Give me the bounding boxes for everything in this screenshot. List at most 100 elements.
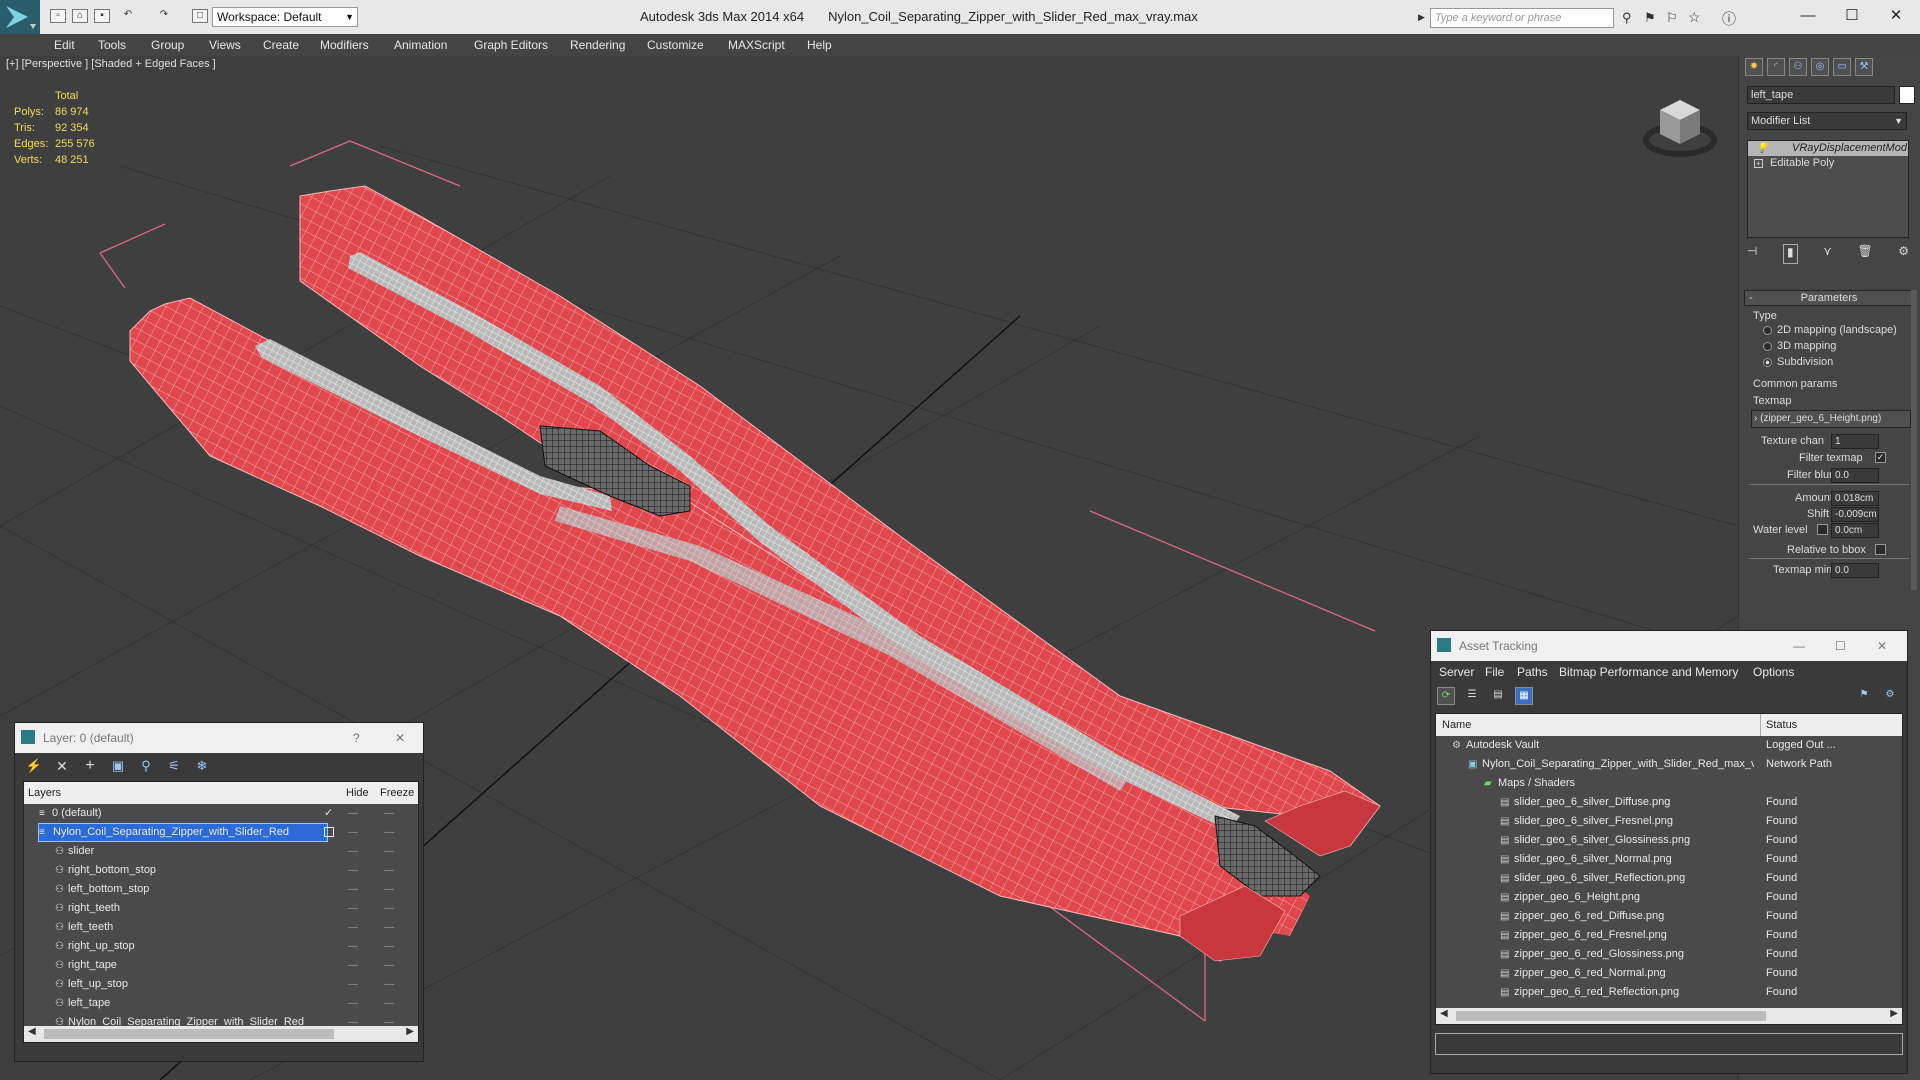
layer-row[interactable]: right_up_stop ⚇ — — bbox=[24, 937, 418, 956]
layer-row[interactable]: left_up_stop ⚇ — — bbox=[24, 975, 418, 994]
menu-views[interactable]: Views bbox=[209, 34, 241, 56]
freeze-toggle[interactable]: — bbox=[384, 918, 394, 937]
layer-row[interactable]: right_teeth ⚇ — — bbox=[24, 899, 418, 918]
texmap-button[interactable]: › (zipper_geo_6_Height.png) bbox=[1751, 410, 1911, 428]
scroll-right-icon[interactable]: ▶ bbox=[1890, 1008, 1898, 1019]
menu-edit[interactable]: Edit bbox=[54, 34, 75, 56]
viewcube-icon[interactable] bbox=[1640, 86, 1720, 166]
hide-toggle[interactable]: — bbox=[348, 880, 358, 899]
freeze-toggle[interactable]: — bbox=[384, 994, 394, 1013]
motion-tab-icon[interactable]: ◎ bbox=[1811, 58, 1829, 76]
search-expand-icon[interactable]: ▶ bbox=[1418, 12, 1425, 23]
asset-row[interactable]: ▤ slider_geo_6_silver_Normal.png Found bbox=[1436, 850, 1902, 869]
radio-2d-mapping[interactable] bbox=[1763, 326, 1772, 335]
hide-toggle[interactable]: — bbox=[348, 994, 358, 1013]
configure-modifier-sets-icon[interactable]: ⚙ bbox=[1898, 244, 1909, 264]
hide-toggle[interactable]: — bbox=[348, 804, 358, 823]
minimize-button[interactable]: — bbox=[1786, 4, 1830, 28]
menu-graph-editors[interactable]: Graph Editors bbox=[474, 34, 548, 56]
scroll-thumb[interactable] bbox=[44, 1029, 334, 1039]
scroll-left-icon[interactable]: ◀ bbox=[1440, 1008, 1448, 1019]
freeze-toggle[interactable]: — bbox=[384, 956, 394, 975]
column-divider[interactable] bbox=[1760, 714, 1761, 736]
asset-row[interactable]: ▤ zipper_geo_6_red_Reflection.png Found bbox=[1436, 983, 1902, 1002]
filter-texmap-checkbox[interactable]: ✓ bbox=[1875, 452, 1886, 463]
close-button[interactable]: ✕ bbox=[1874, 4, 1918, 28]
add-to-layer-icon[interactable]: + bbox=[81, 758, 99, 776]
lightbulb-icon[interactable]: 💡 bbox=[1756, 141, 1768, 156]
asset-menu-server[interactable]: Server bbox=[1439, 661, 1474, 683]
hide-all-layers-icon[interactable]: ⚟ bbox=[165, 758, 183, 776]
set-active-layer-icon[interactable] bbox=[324, 827, 334, 837]
subscription-icon[interactable]: ⚑ bbox=[1644, 10, 1656, 26]
layer-help-button[interactable]: ? bbox=[353, 724, 360, 752]
asset-row[interactable]: ▤ slider_geo_6_silver_Diffuse.png Found bbox=[1436, 793, 1902, 812]
freeze-toggle[interactable]: — bbox=[384, 804, 394, 823]
show-end-result-icon[interactable]: ▮ bbox=[1782, 244, 1798, 264]
scroll-right-icon[interactable]: ▶ bbox=[406, 1026, 414, 1037]
layer-row[interactable]: Nylon_Coil_Separating_Zipper_with_Slider… bbox=[24, 823, 418, 842]
water-level-spinner[interactable]: 0.0cm bbox=[1831, 523, 1879, 538]
freeze-toggle[interactable]: — bbox=[384, 861, 394, 880]
hide-toggle[interactable]: — bbox=[348, 823, 358, 842]
asset-row[interactable]: ▤ zipper_geo_6_red_Diffuse.png Found bbox=[1436, 907, 1902, 926]
menu-animation[interactable]: Animation bbox=[394, 34, 447, 56]
asset-help-icon[interactable]: ⚑ bbox=[1855, 687, 1873, 705]
freeze-toggle[interactable]: — bbox=[384, 842, 394, 861]
texture-chan-spinner[interactable]: 1 bbox=[1831, 434, 1879, 449]
filter-blur-spinner[interactable]: 0.0 bbox=[1831, 468, 1879, 483]
water-level-checkbox[interactable] bbox=[1817, 524, 1828, 535]
layer-hscrollbar[interactable]: ◀ ▶ bbox=[24, 1026, 418, 1042]
layer-row[interactable]: left_bottom_stop ⚇ — — bbox=[24, 880, 418, 899]
asset-tracking-titlebar[interactable]: Asset Tracking — ☐ ✕ bbox=[1431, 631, 1907, 661]
remove-modifier-icon[interactable]: 🗑 bbox=[1857, 244, 1872, 264]
col-freeze[interactable]: Freeze bbox=[380, 782, 414, 804]
pin-stack-icon[interactable]: ⊣ bbox=[1747, 244, 1757, 264]
app-logo-icon[interactable] bbox=[0, 0, 40, 34]
delete-layer-icon[interactable]: ✕ bbox=[53, 758, 71, 776]
make-unique-icon[interactable]: ⋎ bbox=[1823, 244, 1832, 264]
menu-customize[interactable]: Customize bbox=[647, 34, 704, 56]
hide-toggle[interactable]: — bbox=[348, 899, 358, 918]
freeze-all-layers-icon[interactable]: ❄ bbox=[193, 758, 211, 776]
hierarchy-tab-icon[interactable]: ⚇ bbox=[1789, 58, 1807, 76]
col-hide[interactable]: Hide bbox=[346, 782, 369, 804]
display-tab-icon[interactable]: ▭ bbox=[1833, 58, 1851, 76]
create-layer-icon[interactable]: ⚡ bbox=[25, 758, 43, 776]
maximize-button[interactable]: ☐ bbox=[1830, 4, 1874, 28]
create-tab-icon[interactable]: ✸ bbox=[1745, 58, 1763, 76]
search-input[interactable]: Type a keyword or phrase bbox=[1430, 8, 1614, 28]
layer-row[interactable]: right_bottom_stop ⚇ — — bbox=[24, 861, 418, 880]
layer-row[interactable]: left_teeth ⚇ — — bbox=[24, 918, 418, 937]
menu-rendering[interactable]: Rendering bbox=[570, 34, 625, 56]
asset-maximize-button[interactable]: ☐ bbox=[1835, 632, 1846, 660]
asset-row[interactable]: ▰ Maps / Shaders bbox=[1436, 774, 1902, 793]
command-panel-scrollbar[interactable] bbox=[1911, 290, 1917, 590]
hide-toggle[interactable]: — bbox=[348, 937, 358, 956]
menu-tools[interactable]: Tools bbox=[98, 34, 126, 56]
shift-spinner[interactable]: -0.009cm bbox=[1831, 507, 1879, 522]
col-layers[interactable]: Layers bbox=[28, 782, 61, 804]
stack-item-editable-poly[interactable]: + Editable Poly bbox=[1748, 156, 1908, 171]
utilities-tab-icon[interactable]: ⚒ bbox=[1855, 58, 1873, 76]
redo-icon[interactable]: ↷ bbox=[156, 9, 172, 23]
asset-close-button[interactable]: ✕ bbox=[1877, 632, 1887, 660]
menu-create[interactable]: Create bbox=[263, 34, 299, 56]
expand-plus-icon[interactable]: + bbox=[1754, 159, 1763, 168]
asset-menu-file[interactable]: File bbox=[1485, 661, 1504, 683]
asset-settings-icon[interactable]: ⚙ bbox=[1881, 687, 1899, 705]
highlight-layer-icon[interactable]: ⚲ bbox=[137, 758, 155, 776]
refresh-icon[interactable]: ⟳ bbox=[1437, 687, 1455, 705]
asset-row[interactable]: ▤ zipper_geo_6_red_Fresnel.png Found bbox=[1436, 926, 1902, 945]
hide-toggle[interactable]: — bbox=[348, 861, 358, 880]
save-file-icon[interactable]: ▪ bbox=[94, 9, 110, 23]
radio-subdivision[interactable] bbox=[1763, 358, 1772, 367]
radio-3d-mapping[interactable] bbox=[1763, 342, 1772, 351]
layer-row[interactable]: 0 (default) ≡ ✓ — — bbox=[24, 804, 418, 823]
relative-to-bbox-checkbox[interactable] bbox=[1875, 544, 1886, 555]
select-objects-icon[interactable]: ▣ bbox=[109, 758, 127, 776]
asset-row[interactable]: ▤ zipper_geo_6_Height.png Found bbox=[1436, 888, 1902, 907]
project-folder-icon[interactable]: □ bbox=[192, 9, 208, 23]
menu-help[interactable]: Help bbox=[807, 34, 832, 56]
layer-row[interactable]: left_tape ⚇ — — bbox=[24, 994, 418, 1013]
